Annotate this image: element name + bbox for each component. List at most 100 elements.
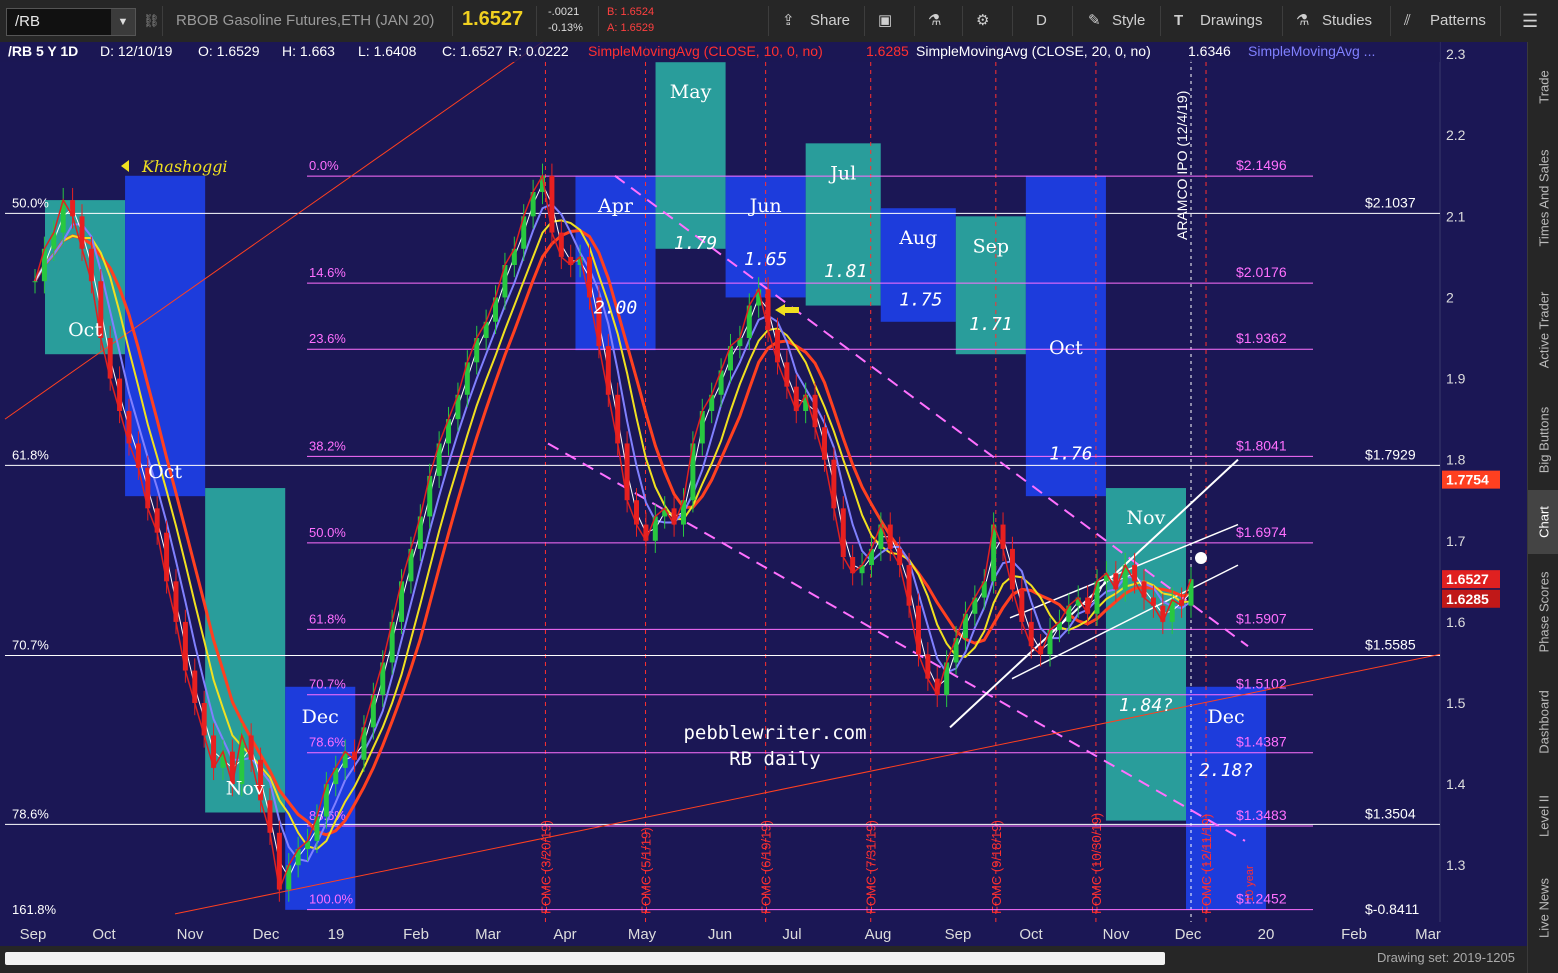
style-icon[interactable]: ✎ [1088,0,1101,42]
x-tick-label: Aug [865,926,892,943]
patterns-icon[interactable]: ⫽ [1404,0,1411,42]
y-tick-label: 1.9 [1446,371,1466,387]
symbol-selector[interactable]: /RB ▼ [6,8,136,36]
fib-pct-label: 23.6% [309,331,346,346]
y-tick-label: 1.5 [1446,695,1466,711]
site-watermark: pebblewriter.com [683,722,866,744]
patterns-button[interactable]: Patterns [1430,0,1486,42]
y-tick-label: 1.3 [1446,857,1466,873]
sidebar-tab-phase-scores[interactable]: Phase Scores [1528,556,1558,668]
header-field: SimpleMovingAvg ... [1248,43,1375,59]
sidebar-tab-label: Times And Sales [1536,149,1551,247]
monthly-value-label: 1.81 [824,261,867,282]
monthly-value-label: 1.79 [674,233,717,254]
fomc-label: FOMC (3/20/19) [538,820,553,914]
long-price-label: $2.1037 [1365,194,1416,210]
header-field: SimpleMovingAvg (CLOSE, 10, 0, no) [588,43,823,59]
long-pct-label: 78.6% [12,806,49,821]
current-price-dot [1195,552,1207,564]
long-price-label: $-0.8411 [1365,901,1419,917]
fib-price-label: $2.0176 [1236,264,1287,280]
small-annotation: 10 year [1244,865,1256,902]
chart-settings-icon[interactable]: ▣ [878,0,892,42]
drawing-set-label[interactable]: Drawing set: 2019-1205 [1377,950,1515,965]
sidebar-tab-big-buttons[interactable]: Big Buttons [1528,392,1558,488]
header-field: C: 1.6527 [442,43,503,59]
sidebar-tab-active-trader[interactable]: Active Trader [1528,270,1558,390]
chevron-down-icon[interactable]: ▼ [111,9,135,35]
fib-price-label: $1.5907 [1236,610,1287,626]
y-tick-label: 2.1 [1446,208,1466,224]
sidebar-tab-label: Dashboard [1536,690,1551,754]
x-tick-label: Jun [708,926,732,943]
chart-subtitle: RB daily [729,748,821,770]
fomc-label: FOMC (6/19/19) [759,820,774,914]
header-field: R: 0.0222 [508,43,569,59]
sidebar-tab-level-ii[interactable]: Level II [1528,776,1558,856]
header-field: D: 12/10/19 [100,43,173,59]
horizontal-scrollbar[interactable] [5,952,1165,965]
last-price: 1.6527 [462,8,524,30]
link-icon[interactable]: ⛓ [143,0,160,42]
chart-canvas[interactable]: FOMC (3/20/19) FOMC (5/1/19) FOMC (6/19/19… [0,42,1527,946]
header-field: L: 1.6408 [358,43,417,59]
long-pct-label: 161.8% [12,902,57,917]
x-tick-label: Nov [177,926,204,943]
top-toolbar: /RB ▼ ⛓ RBOB Gasoline Futures,ETH (JAN 2… [0,0,1558,43]
fib-pct-label: 50.0% [309,525,346,540]
monthly-box-label: Sep [973,235,1009,257]
x-tick-label: Feb [403,926,429,943]
y-tick-label: 1.6 [1446,614,1466,630]
x-tick-label: Oct [1019,926,1043,943]
sidebar-tab-chart[interactable]: Chart [1528,490,1558,554]
y-tick-label: 1.8 [1446,452,1466,468]
monthly-box-label: Nov [226,778,265,800]
sidebar-tab-label: Big Buttons [1536,406,1551,474]
right-sidebar: Trade Times And Sales Active Trader Big … [1527,42,1558,973]
long-pct-label: 50.0% [12,195,49,210]
sidebar-tab-times-and-sales[interactable]: Times And Sales [1528,128,1558,268]
studies-button[interactable]: Studies [1322,0,1372,42]
fib-price-label: $1.6974 [1236,524,1287,540]
monthly-value-label: 1.71 [969,314,1012,335]
y-tick-label: 1.4 [1446,776,1466,792]
x-tick-label: Dec [253,926,280,943]
y-tick-label: 2.2 [1446,127,1466,143]
header-field: SimpleMovingAvg (CLOSE, 20, 0, no) [916,43,1151,59]
sidebar-tab-live-news[interactable]: Live News [1528,858,1558,958]
aggregation-button[interactable]: D [1036,0,1047,42]
fomc-label: FOMC (10/30/19) [1089,813,1104,914]
fib-price-label: $1.3483 [1236,807,1287,823]
sidebar-tab-dashboard[interactable]: Dashboard [1528,670,1558,774]
bottom-bar: Drawing set: 2019-1205 [0,946,1527,973]
monthly-box-label: Dec [1207,706,1244,728]
monthly-box-label: Oct [68,319,102,341]
price-axis-background [1440,42,1527,946]
monthly-box-label: Oct [148,461,182,483]
monthly-box-label: Oct [1049,337,1083,359]
x-tick-label: May [628,926,657,943]
sidebar-tab-label: Level II [1536,795,1551,837]
style-button[interactable]: Style [1112,0,1145,42]
text-icon[interactable]: T [1174,0,1183,42]
x-tick-label: Sep [945,926,972,943]
flask-icon[interactable]: ⚗ [928,0,941,42]
studies-icon[interactable]: ⚗ [1296,0,1309,42]
fib-price-label: $1.8041 [1236,437,1287,453]
x-tick-label: 19 [328,926,345,943]
y-tick-label: 2 [1446,289,1454,305]
sidebar-tab-label: Phase Scores [1536,571,1551,653]
share-button[interactable]: Share [810,0,850,42]
monthly-box-label: Apr [597,195,634,217]
share-icon[interactable]: ⇪ [782,0,795,42]
candle-body [32,281,38,283]
monthly-box-label: Aug [898,227,937,249]
fib-pct-label: 100.0% [309,892,354,907]
gear-icon[interactable]: ⚙ [976,0,989,42]
drawings-button[interactable]: Drawings [1200,0,1263,42]
sidebar-tab-trade[interactable]: Trade [1528,48,1558,126]
menu-icon[interactable]: ☰ [1522,0,1538,42]
header-field: O: 1.6529 [198,43,260,59]
fib-price-label: $2.1496 [1236,157,1287,173]
long-price-label: $1.5585 [1365,637,1416,653]
